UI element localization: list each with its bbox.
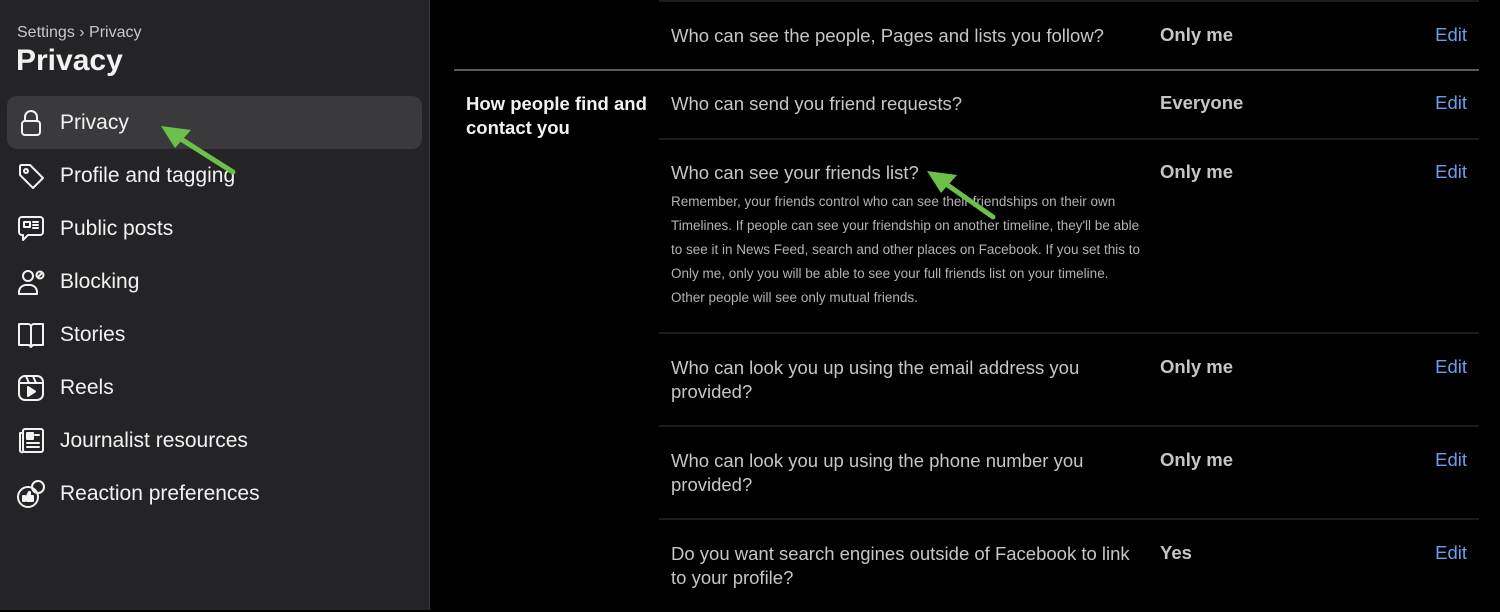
settings-sidebar: Settings › Privacy Privacy Privacy Profi…	[0, 0, 430, 610]
reaction-icon	[15, 478, 47, 510]
setting-row: Who can look you up using the phone numb…	[659, 427, 1479, 520]
edit-button[interactable]: Edit	[1435, 542, 1467, 564]
section-title: How people find and contact you	[466, 93, 647, 138]
edit-button[interactable]: Edit	[1435, 449, 1467, 471]
sidebar-item-profile-and-tagging[interactable]: Profile and tagging	[7, 149, 422, 202]
page-title: Privacy	[16, 44, 123, 77]
tag-icon	[15, 160, 47, 192]
setting-row: Who can see your friends list? Remember,…	[659, 140, 1479, 334]
sidebar-item-blocking[interactable]: Blocking	[7, 255, 422, 308]
setting-value: Only me	[1160, 356, 1233, 377]
setting-value: Yes	[1160, 542, 1192, 563]
edit-button[interactable]: Edit	[1435, 356, 1467, 378]
reels-icon	[15, 372, 47, 404]
setting-row: Who can send you friend requests? Everyo…	[659, 71, 1479, 140]
speech-bubble-icon	[15, 213, 47, 245]
setting-value: Only me	[1160, 24, 1233, 45]
edit-button[interactable]: Edit	[1435, 161, 1467, 183]
setting-question: Who can send you friend requests?	[671, 93, 963, 114]
setting-description: Remember, your friends control who can s…	[671, 194, 1141, 305]
setting-row: Who can look you up using the email addr…	[659, 334, 1479, 427]
sidebar-item-label: Journalist resources	[60, 428, 248, 452]
sidebar-item-privacy[interactable]: Privacy	[7, 96, 422, 149]
privacy-settings-panel: Who can see the people, Pages and lists …	[431, 0, 1500, 610]
sidebar-item-label: Privacy	[60, 110, 129, 134]
setting-row: Do you want search engines outside of Fa…	[659, 520, 1479, 612]
edit-button[interactable]: Edit	[1435, 92, 1467, 114]
sidebar-item-reaction-preferences[interactable]: Reaction preferences	[7, 467, 422, 520]
sidebar-item-public-posts[interactable]: Public posts	[7, 202, 422, 255]
setting-value: Everyone	[1160, 92, 1244, 113]
setting-question: Who can look you up using the phone numb…	[671, 450, 1084, 495]
sidebar-item-label: Blocking	[60, 269, 140, 293]
setting-question: Who can see your friends list?	[671, 162, 919, 183]
sidebar-item-label: Profile and tagging	[60, 163, 236, 187]
newspaper-icon	[15, 425, 47, 457]
sidebar-item-label: Reels	[60, 375, 114, 399]
edit-button[interactable]: Edit	[1435, 24, 1467, 46]
setting-question: Who can look you up using the email addr…	[671, 357, 1080, 402]
lock-icon	[15, 107, 47, 139]
sidebar-item-stories[interactable]: Stories	[7, 308, 422, 361]
sidebar-item-label: Stories	[60, 322, 126, 346]
sidebar-item-label: Public posts	[60, 216, 174, 240]
setting-question: Who can see the people, Pages and lists …	[671, 25, 1104, 46]
breadcrumb[interactable]: Settings › Privacy	[17, 24, 141, 42]
sidebar-item-label: Reaction preferences	[60, 481, 260, 505]
sidebar-nav: Privacy Profile and tagging Public posts…	[7, 96, 422, 520]
sidebar-item-reels[interactable]: Reels	[7, 361, 422, 414]
setting-value: Only me	[1160, 449, 1233, 470]
setting-row: Who can see the people, Pages and lists …	[659, 2, 1479, 70]
setting-value: Only me	[1160, 161, 1233, 182]
person-block-icon	[15, 266, 47, 298]
book-icon	[15, 319, 47, 351]
sidebar-item-journalist-resources[interactable]: Journalist resources	[7, 414, 422, 467]
setting-question: Do you want search engines outside of Fa…	[671, 543, 1130, 588]
